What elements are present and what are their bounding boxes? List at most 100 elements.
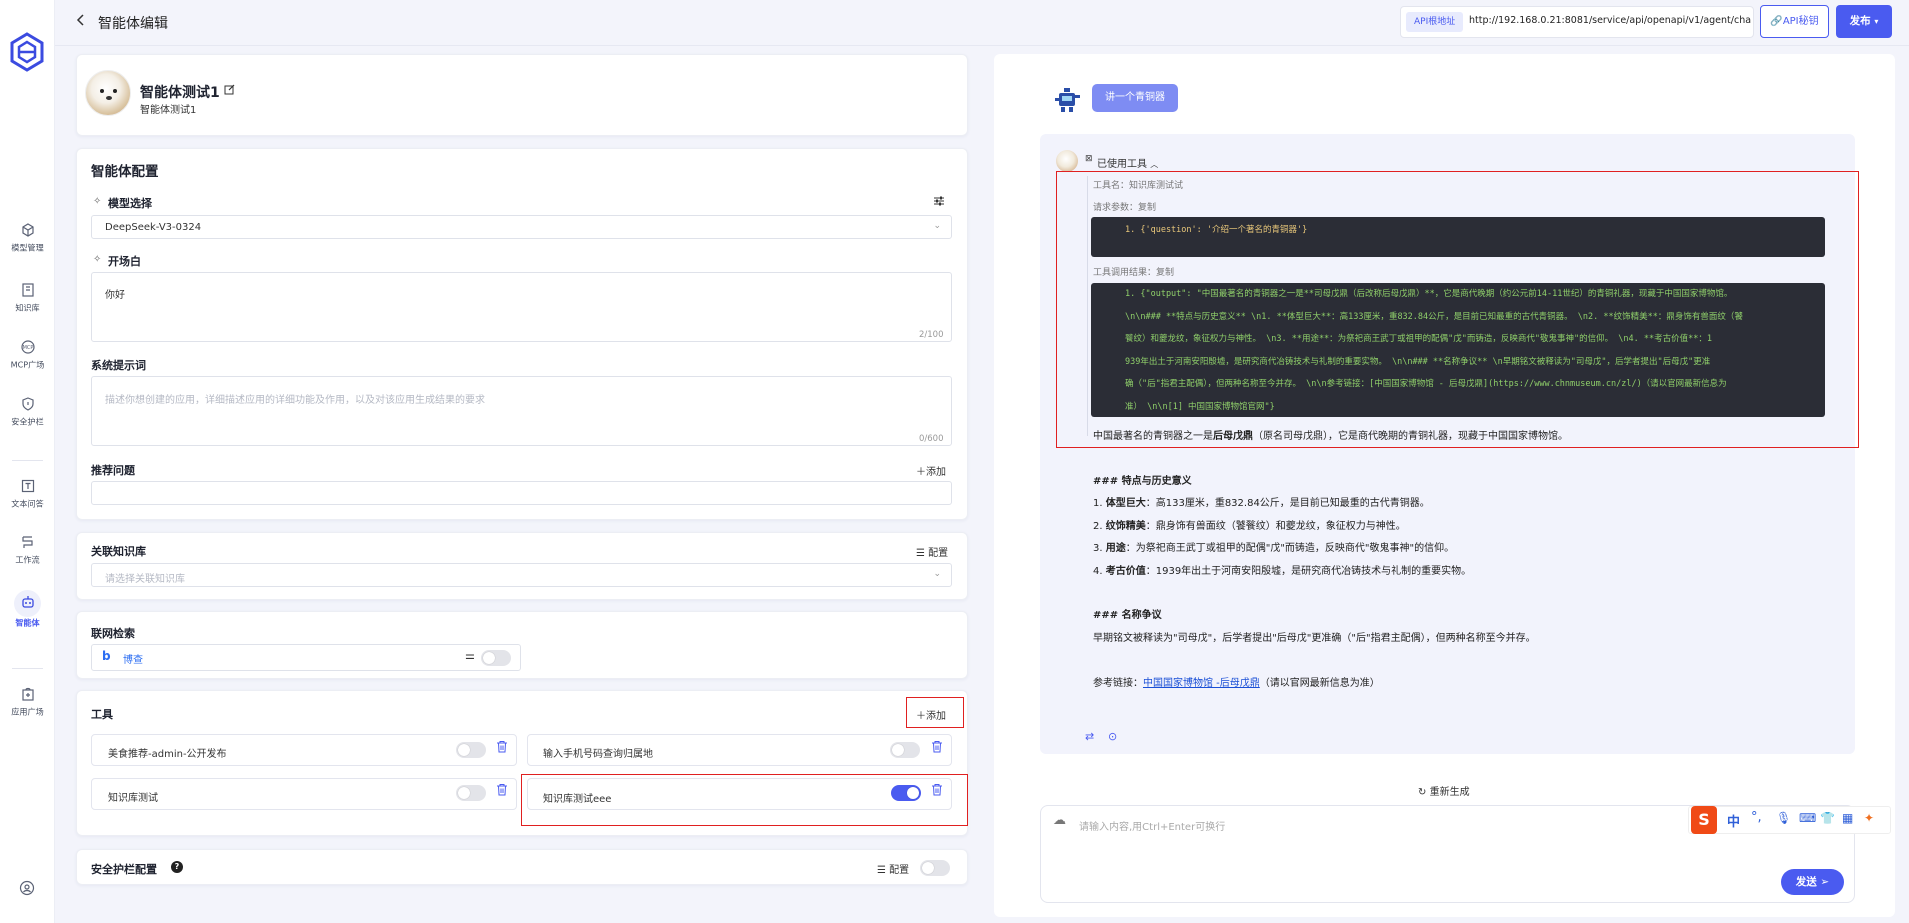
robot-icon	[21, 596, 34, 608]
svg-text:MCP: MCP	[22, 345, 33, 351]
book-icon	[21, 283, 34, 297]
nav-item-guard[interactable]: 安全护栏	[0, 396, 55, 428]
ime-punct-icon[interactable]: °,	[1751, 810, 1762, 825]
nav-item-workflow[interactable]: 工作流	[0, 534, 55, 566]
answer-point: 1. 体型巨大：高133厘米，重832.84公斤，是目前已知最重的古代青铜器。	[1093, 498, 1430, 509]
web-search-title: 联网检索	[91, 627, 135, 640]
avatar[interactable]	[85, 70, 131, 116]
mcp-icon: MCP	[20, 340, 35, 354]
upload-cloud-icon[interactable]: ☁	[1053, 813, 1066, 828]
copy-button[interactable]: 复制	[1156, 268, 1174, 278]
keyboard-icon[interactable]: ⌨	[1799, 811, 1816, 825]
nav-divider	[12, 460, 43, 461]
user-message: 讲一个青铜器	[1092, 84, 1178, 112]
chevron-down-icon: ⌄	[933, 569, 941, 579]
agent-name: 智能体测试1	[140, 85, 220, 101]
tool-toggle[interactable]	[456, 742, 486, 758]
skin-icon[interactable]: 👕	[1820, 811, 1835, 825]
trash-icon[interactable]	[496, 740, 508, 753]
suggest-label: 推荐问题	[91, 464, 135, 477]
code-line: 939年出土于河南安阳殷墟，是研究商代冶铸技术与礼制的重要实物。 \n\n###…	[1125, 356, 1711, 367]
kb-config-button[interactable]: ☰ 配置	[916, 544, 948, 559]
tools-add-button[interactable]: ＋添加	[916, 707, 946, 722]
nav-item-app-store[interactable]: 应用广场	[0, 686, 55, 718]
edit-icon[interactable]	[224, 84, 235, 95]
tool-item[interactable]: 知识库测试eee	[527, 778, 952, 810]
request-code-block: 1. {'question': '介绍一个著名的青铜器'}	[1091, 217, 1825, 257]
nav-item-model[interactable]: 模型管理	[0, 222, 55, 254]
trash-icon[interactable]	[496, 783, 508, 796]
suggest-input[interactable]	[91, 481, 952, 505]
help-icon[interactable]: ?	[171, 861, 183, 873]
nav-item-kb[interactable]: 知识库	[0, 282, 55, 314]
tool-icon: ⊠	[1085, 154, 1093, 164]
guard-title: 安全护栏配置	[91, 863, 157, 876]
cube-icon	[21, 223, 34, 237]
trash-icon[interactable]	[931, 740, 943, 753]
answer-reference: 参考链接：中国国家博物馆 -后母戊鼎（请以官网最新信息为准）	[1093, 678, 1380, 689]
system-prompt-textarea[interactable]: 描述你想创建的应用，详细描述应用的详细功能及作用，以及对该应用生成结果的要求	[91, 376, 952, 446]
code-line: 准） \n\n[1] 中国国家博物馆官网"}	[1125, 401, 1275, 412]
nav-item-mcp[interactable]: MCP MCP广场	[0, 339, 55, 371]
api-key-button[interactable]: 🔗API秘钥	[1760, 5, 1829, 38]
tool-name-line: 工具名：知识库测试试	[1093, 181, 1184, 191]
send-button[interactable]: 发送 ➢	[1781, 869, 1844, 895]
tool-item[interactable]: 输入手机号码查询归属地	[527, 734, 952, 766]
sogou-logo-icon[interactable]: S	[1691, 806, 1717, 834]
settings-sliders-icon: ☰	[916, 548, 929, 559]
robot-icon	[1055, 88, 1080, 112]
tool-toggle[interactable]	[891, 785, 921, 801]
kb-select[interactable]: 请选择关联知识库 ⌄	[91, 563, 952, 587]
grid-icon[interactable]: ▦	[1842, 811, 1853, 825]
agent-desc: 智能体测试1	[140, 105, 197, 116]
opening-textarea[interactable]: 你好	[91, 272, 952, 342]
guard-config-button[interactable]: ☰ 配置	[877, 861, 909, 876]
web-engine-name: 博查	[123, 655, 143, 666]
nav-divider	[12, 668, 43, 669]
publish-button[interactable]: 发布 ▾	[1836, 5, 1892, 38]
web-search-toggle[interactable]	[481, 650, 511, 666]
code-line: \n\n### **特点与历史意义** \n1. **体型巨大**：高133厘米…	[1125, 311, 1743, 322]
api-url-text[interactable]: http://192.168.0.21:8081/service/api/ope…	[1469, 15, 1751, 26]
nav-item-text-qa[interactable]: 文本问答	[0, 478, 55, 510]
shield-icon	[21, 397, 34, 411]
guard-toggle[interactable]	[920, 860, 950, 876]
sparkle-icon: ✧	[93, 254, 102, 265]
answer-heading: ### 特点与历史意义	[1093, 476, 1192, 487]
left-nav: 模型管理 知识库 MCP MCP广场 安全护栏 文本问答 工作流 智能体 应用广…	[0, 0, 55, 923]
nav-item-agent[interactable]: 智能体	[0, 590, 55, 629]
trash-icon[interactable]	[931, 783, 943, 796]
code-line: 确（"后"指君主配偶），但两种名称至今并存。 \n\n参考链接：[中国国家博物馆…	[1125, 379, 1727, 389]
copy-icon[interactable]: ⇄	[1085, 730, 1094, 743]
suggest-add-button[interactable]: ＋添加	[916, 463, 946, 478]
answer-heading: ### 名称争议	[1093, 610, 1162, 621]
app-store-icon	[21, 687, 34, 701]
mascot-icon[interactable]: ✦	[1864, 811, 1874, 825]
share-icon[interactable]: ⊙	[1108, 730, 1117, 743]
send-icon: ➢	[1820, 876, 1830, 888]
model-label: 模型选择	[108, 197, 152, 210]
tool-toggle[interactable]	[456, 785, 486, 801]
reference-link[interactable]: 中国国家博物馆 -后母戊鼎	[1143, 678, 1260, 689]
chat-input[interactable]: 请输入内容,用Ctrl+Enter可换行	[1079, 818, 1225, 833]
copy-button[interactable]: 复制	[1138, 203, 1156, 213]
workflow-icon	[21, 536, 33, 548]
answer-point: 2. 纹饰精美：鼎身饰有兽面纹（饕餮纹）和夔龙纹，象征权力与神性。	[1093, 521, 1406, 532]
settings-sliders-icon[interactable]	[933, 195, 945, 207]
model-select[interactable]: DeepSeek-V3-0324 ⌄	[91, 215, 952, 239]
used-tools-toggle[interactable]: 已使用工具 ︿	[1097, 155, 1158, 170]
tool-toggle[interactable]	[890, 742, 920, 758]
tool-item[interactable]: 知识库测试	[91, 778, 517, 810]
ime-chinese-icon[interactable]: 中	[1727, 811, 1740, 830]
web-engine-box	[91, 644, 521, 671]
regenerate-button[interactable]: ↻ 重新生成	[1418, 783, 1470, 798]
sparkle-icon: ✧	[93, 196, 102, 207]
guard-card	[76, 849, 968, 885]
user-avatar-icon[interactable]	[19, 880, 35, 896]
chevron-left-icon[interactable]	[76, 13, 86, 27]
microphone-icon[interactable]: 🎙	[1776, 811, 1791, 825]
plus-icon: ＋	[916, 711, 926, 722]
tool-item[interactable]: 美食推荐-admin-公开发布	[91, 734, 517, 766]
config-title: 智能体配置	[91, 164, 159, 180]
settings-sliders-icon[interactable]: ⚌	[465, 649, 475, 662]
